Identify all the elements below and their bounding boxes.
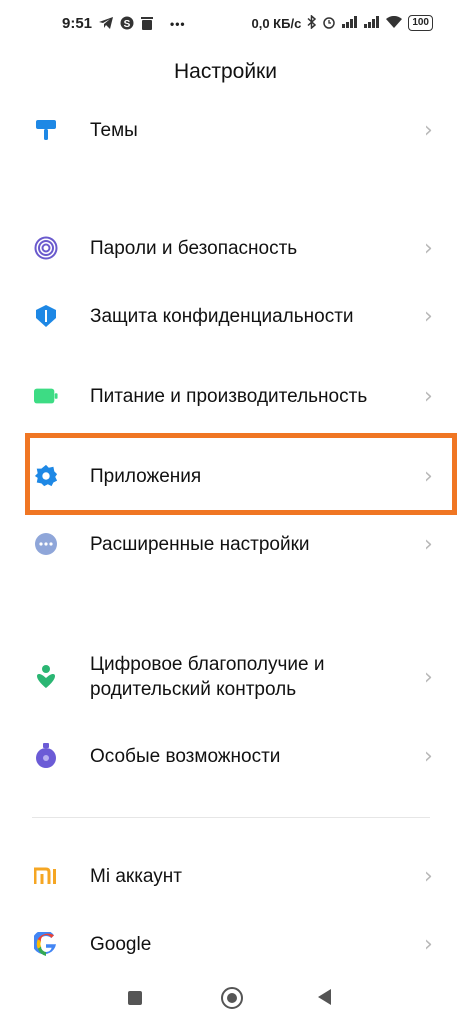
settings-item-advanced[interactable]: Расширенные настройки › [0,526,461,562]
accessibility-icon [34,743,58,768]
settings-item-label: Защита конфиденциальности [90,305,354,327]
back-button[interactable] [318,989,331,1005]
highlight-frame [25,433,457,515]
settings-item-power-performance[interactable]: Питание и производительность › [0,370,461,422]
settings-item-label: Расширенные настройки [90,533,310,555]
page-title: Настройки [174,60,277,83]
shield-icon [34,304,58,328]
settings-item-digital-wellbeing[interactable]: Цифровое благополучие и родительский кон… [0,651,461,703]
status-bar-right: 0,0 КБ/с 100 [251,14,433,31]
recents-button[interactable] [128,991,142,1005]
network-speed: 0,0 КБ/с [251,15,302,31]
settings-item-label: Особые возможности [90,745,281,767]
chevron-right-icon: › [424,117,433,143]
chevron-right-icon: › [424,863,433,889]
bluetooth-icon [307,14,317,31]
status-bar: 9:51 S ••• 0,0 КБ/с 100 [0,0,461,52]
mi-icon [34,864,58,888]
chevron-right-icon: › [424,931,433,957]
battery-indicator: 100 [408,15,433,31]
wellbeing-icon [34,665,58,689]
chevron-right-icon: › [424,664,433,690]
chevron-right-icon: › [424,531,433,557]
trash-icon [141,16,154,32]
google-icon [34,932,58,956]
settings-item-label: Цифровое благополучие и родительский кон… [90,654,325,700]
skype-icon: S [120,16,134,32]
fingerprint-icon [34,236,58,260]
settings-item-themes[interactable]: Темы › [0,112,461,148]
alarm-icon [322,15,336,31]
telegram-icon [99,16,114,31]
svg-text:S: S [124,19,131,30]
settings-item-passwords-security[interactable]: Пароли и безопасность › [0,230,461,266]
settings-item-label: Пароли и безопасность [90,237,298,259]
brush-icon [34,118,58,142]
battery-icon [34,384,58,408]
wifi-icon [386,15,403,30]
status-time: 9:51 [62,15,93,32]
settings-item-label: Темы [90,119,138,141]
chevron-right-icon: › [424,303,433,329]
signal-icon [342,16,358,30]
home-button[interactable] [221,987,243,1009]
settings-item-google[interactable]: Google › [0,926,461,962]
settings-item-privacy[interactable]: Защита конфиденциальности › [0,298,461,334]
settings-item-mi-account[interactable]: Mi аккаунт › [0,858,461,894]
signal-icon [364,16,380,30]
settings-item-label: Mi аккаунт [90,865,182,887]
settings-item-accessibility[interactable]: Особые возможности › [0,738,461,774]
chevron-right-icon: › [424,743,433,769]
navigation-bar [0,975,461,1020]
status-bar-left: 9:51 S ••• [62,15,186,32]
chevron-right-icon: › [424,383,433,409]
settings-item-label: Google [90,933,152,955]
chevron-right-icon: › [424,235,433,261]
overflow-dots: ••• [170,16,186,31]
divider [32,817,430,818]
more-dots-icon [34,532,58,556]
settings-item-label: Питание и производительность [90,385,368,407]
